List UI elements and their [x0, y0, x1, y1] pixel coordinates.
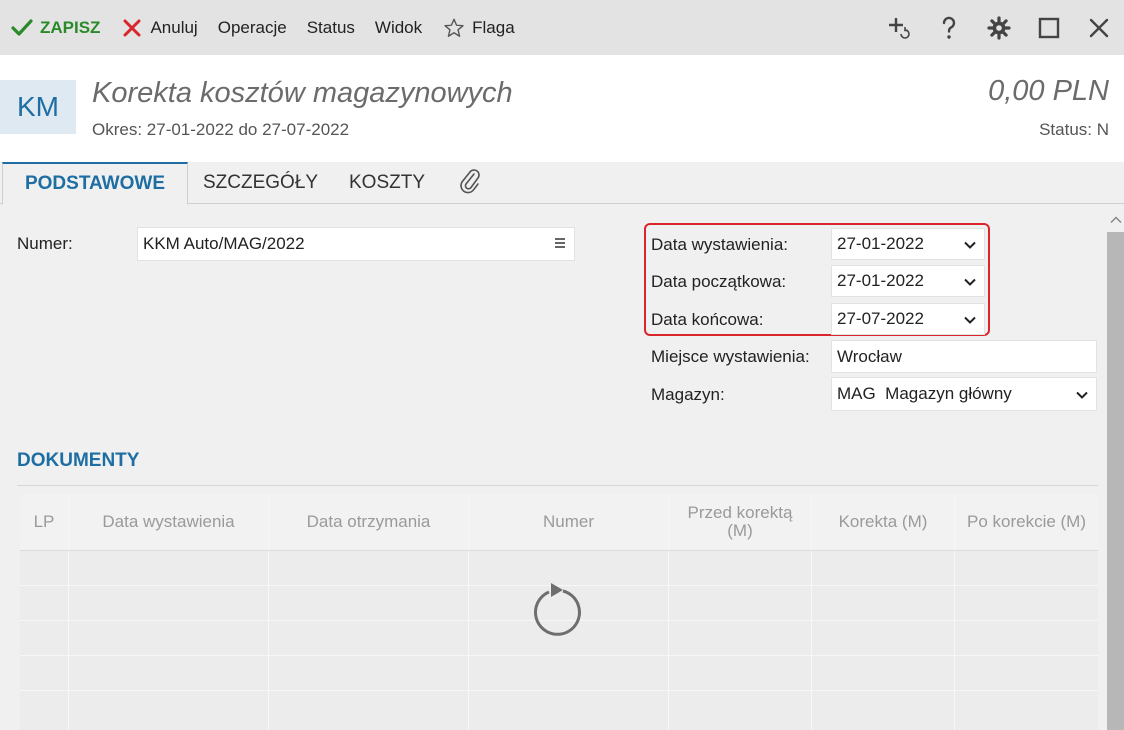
tab-bar: PODSTAWOWE SZCZEGÓŁY KOSZTY — [0, 162, 1124, 205]
x-icon — [120, 16, 144, 40]
check-icon — [10, 16, 34, 40]
document-period: Okres: 27-01-2022 do 27-07-2022 — [92, 120, 350, 139]
tab-podstawowe[interactable]: PODSTAWOWE — [2, 162, 188, 205]
column-header-lp[interactable]: LP — [20, 494, 68, 550]
grid-column-divider — [68, 494, 69, 730]
place-value: Wrocław — [837, 346, 902, 366]
cancel-label: Anuluj — [150, 17, 198, 37]
toolbar: ZAPISZ Anuluj Operacje Status Widok Flag… — [0, 0, 1124, 55]
grid-column-divider — [468, 494, 469, 730]
scrollbar-thumb[interactable] — [1107, 232, 1124, 730]
status-badge: Status: N — [1039, 120, 1109, 139]
status-label: Status — [306, 17, 355, 37]
paperclip-icon — [458, 166, 482, 200]
grid-header-divider — [20, 550, 1098, 551]
cancel-button[interactable]: Anuluj — [110, 0, 207, 55]
grid-column-divider — [668, 494, 669, 730]
page-title: Korekta kosztów magazynowych — [92, 77, 513, 109]
column-header-after-correction[interactable]: Po korekcie (M) — [955, 494, 1098, 550]
chevron-down-icon — [964, 271, 976, 291]
start-date-picker[interactable]: 27-01-2022 — [831, 265, 985, 297]
refresh-spinner-icon — [527, 580, 587, 640]
document-type-badge: KM — [0, 80, 76, 134]
column-header-correction[interactable]: Korekta (M) — [812, 494, 954, 550]
save-label: ZAPISZ — [40, 17, 101, 37]
help-icon[interactable] — [924, 0, 974, 55]
document-amount: 0,00 PLN — [988, 75, 1109, 107]
tab-szczegoly[interactable]: SZCZEGÓŁY — [188, 162, 333, 204]
operations-menu[interactable]: Operacje — [208, 0, 297, 55]
operations-label: Operacje — [217, 17, 287, 37]
end-date-value: 27-07-2022 — [837, 309, 924, 328]
start-date-label: Data początkowa: — [651, 272, 787, 291]
view-label: Widok — [374, 17, 423, 37]
chevron-down-icon — [964, 309, 976, 329]
column-header-received-date[interactable]: Data otrzymania — [269, 494, 468, 550]
number-value: KKM Auto/MAG/2022 — [143, 234, 305, 253]
column-header-before-correction[interactable]: Przed korektą (M) — [669, 494, 811, 550]
hamburger-icon[interactable] — [554, 234, 566, 254]
flag-label: Flaga — [472, 17, 515, 37]
place-label: Miejsce wystawienia: — [651, 347, 810, 366]
tab-koszty[interactable]: KOSZTY — [334, 162, 440, 204]
scroll-up-button[interactable] — [1107, 210, 1124, 230]
end-date-label: Data końcowa: — [651, 310, 764, 329]
chevron-down-icon — [1076, 384, 1088, 404]
grid-column-divider — [954, 494, 955, 730]
number-label: Numer: — [17, 234, 73, 253]
view-menu[interactable]: Widok — [365, 0, 432, 55]
star-icon — [442, 16, 466, 40]
table-row — [20, 690, 1098, 691]
chevron-down-icon — [964, 234, 976, 254]
warehouse-label: Magazyn: — [651, 385, 725, 404]
flag-button[interactable]: Flaga — [432, 0, 525, 55]
issue-date-picker[interactable]: 27-01-2022 — [831, 228, 985, 260]
tab-attachments[interactable] — [443, 162, 497, 204]
section-divider — [17, 485, 1098, 486]
save-button[interactable]: ZAPISZ — [0, 0, 110, 55]
warehouse-value: MAG Magazyn główny — [837, 384, 1012, 403]
end-date-picker[interactable]: 27-07-2022 — [831, 303, 985, 335]
place-field[interactable]: Wrocław — [831, 340, 1097, 373]
table-row — [20, 655, 1098, 656]
number-field[interactable]: KKM Auto/MAG/2022 — [137, 227, 575, 261]
warehouse-select[interactable]: MAG Magazyn główny — [831, 377, 1097, 411]
status-menu[interactable]: Status — [297, 0, 365, 55]
grid-column-divider — [811, 494, 812, 730]
column-header-number[interactable]: Numer — [469, 494, 668, 550]
maximize-icon[interactable] — [1024, 0, 1074, 55]
grid-column-divider — [268, 494, 269, 730]
gear-icon[interactable] — [974, 0, 1024, 55]
start-date-value: 27-01-2022 — [837, 271, 924, 290]
close-icon[interactable] — [1074, 0, 1124, 55]
issue-date-label: Data wystawienia: — [651, 235, 789, 254]
issue-date-value: 27-01-2022 — [837, 234, 924, 253]
documents-section-title: DOKUMENTY — [17, 450, 140, 471]
document-header: KM Korekta kosztów magazynowych Okres: 2… — [0, 55, 1124, 162]
column-header-issue-date[interactable]: Data wystawienia — [69, 494, 268, 550]
add-link-icon[interactable] — [874, 0, 924, 55]
